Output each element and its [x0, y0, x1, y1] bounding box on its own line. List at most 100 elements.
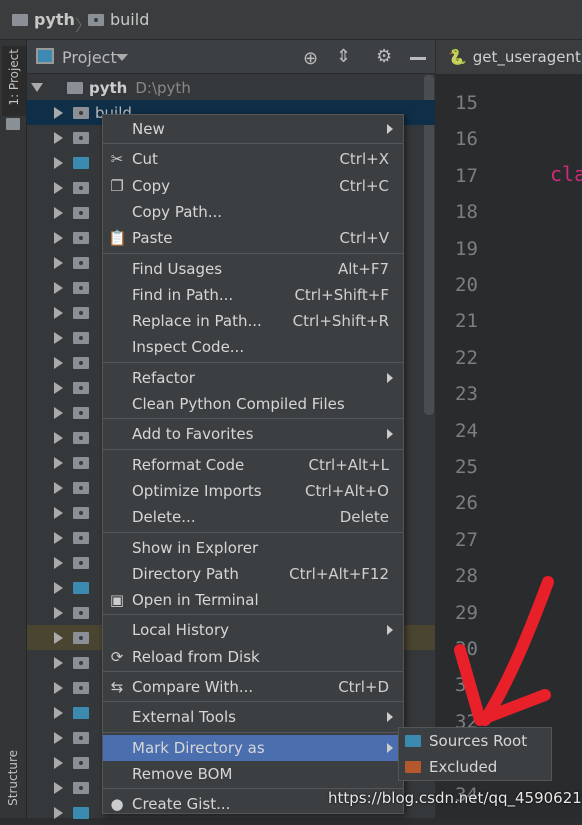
watermark: https://blog.csdn.net/qq_45906219 [328, 789, 582, 807]
expand-icon [31, 83, 43, 92]
expand-icon [54, 381, 63, 394]
expand-icon [54, 806, 63, 819]
line-number: 21 [455, 310, 478, 333]
submenu-arrow-icon [387, 429, 393, 440]
menu-separator [103, 531, 403, 533]
menu-item-refactor[interactable]: Refactor [103, 365, 403, 391]
expand-icon [54, 356, 63, 369]
terminal-icon: ▣ [109, 591, 125, 610]
expand-icon [54, 156, 63, 169]
breadcrumb-build[interactable]: build [88, 10, 149, 29]
menu-item-cut[interactable]: ✂ Cut Ctrl+X [103, 146, 403, 172]
menu-item-shortcut: Ctrl+Alt+O [305, 481, 389, 500]
submenu-label: Excluded [429, 758, 498, 776]
menu-item-mark-directory-as[interactable]: Mark Directory as [103, 734, 403, 761]
expand-icon [54, 531, 63, 544]
folder-icon [73, 231, 89, 244]
menu-item-label: Clean Python Compiled Files [132, 395, 345, 413]
submenu-item-excluded[interactable]: Excluded [399, 754, 551, 780]
menu-item-add-to-favorites[interactable]: Add to Favorites [103, 421, 403, 447]
hide-panel-icon[interactable] [410, 57, 426, 60]
menu-item-label: Show in Explorer [132, 538, 259, 557]
menu-item-delete[interactable]: Delete... Delete [103, 504, 403, 530]
submenu-arrow-icon [387, 712, 393, 723]
menu-item-new[interactable]: New [103, 116, 403, 142]
menu-item-show-in-explorer[interactable]: Show in Explorer [103, 535, 403, 561]
expand-icon [54, 331, 63, 344]
menu-item-find-in-path[interactable]: Find in Path... Ctrl+Shift+F [103, 282, 403, 308]
menu-item-label: Add to Favorites [132, 425, 254, 444]
menu-item-external-tools[interactable]: External Tools [103, 704, 403, 730]
menu-item-label: Inspect Code... [132, 338, 245, 357]
folder-icon [73, 681, 89, 694]
menu-item-open-in-terminal[interactable]: ▣ Open in Terminal [103, 587, 403, 613]
menu-item-reload-from-disk[interactable]: ⟳ Reload from Disk [103, 644, 403, 670]
menu-item-remove-bom[interactable]: Remove BOM [103, 761, 403, 787]
folder-icon [12, 13, 28, 26]
folder-icon [73, 806, 89, 819]
root-name: pyth [89, 78, 128, 97]
folder-icon [73, 431, 89, 444]
line-number: 18 [455, 201, 478, 224]
locate-icon[interactable]: ⊕ [303, 48, 318, 69]
folder-icon [73, 206, 89, 219]
project-view-selector[interactable]: Project [62, 48, 117, 67]
menu-item-shortcut: Delete [339, 508, 389, 527]
folder-icon [73, 256, 89, 269]
expand-icon [54, 456, 63, 469]
menu-item-label: Reload from Disk [132, 647, 260, 666]
submenu-arrow-icon [387, 625, 393, 636]
menu-item-optimize-imports[interactable]: Optimize Imports Ctrl+Alt+O [103, 478, 403, 504]
breadcrumb-label: pyth [34, 10, 75, 29]
chevron-down-icon[interactable] [116, 54, 128, 61]
breadcrumb-root[interactable]: pyth [12, 10, 75, 29]
expand-icon [54, 781, 63, 794]
submenu-arrow-icon [387, 372, 393, 383]
folder-icon [73, 281, 89, 294]
expand-icon [54, 756, 63, 769]
folder-icon [73, 306, 89, 319]
menu-item-directory-path[interactable]: Directory Path Ctrl+Alt+F12 [103, 561, 403, 587]
expand-icon [54, 181, 63, 194]
line-number: 26 [455, 492, 478, 515]
folder-icon [73, 706, 89, 719]
gear-icon[interactable]: ⚙ [376, 46, 392, 67]
menu-item-label: Cut [132, 150, 158, 169]
menu-item-label: Copy [132, 176, 171, 195]
expand-icon [54, 206, 63, 219]
menu-item-label: New [132, 120, 165, 138]
folder-icon [73, 181, 89, 194]
menu-item-find-usages[interactable]: Find Usages Alt+F7 [103, 256, 403, 282]
expand-icon [54, 706, 63, 719]
folder-icon [73, 781, 89, 794]
menu-item-copy-path[interactable]: Copy Path... [103, 199, 403, 225]
expand-icon [54, 556, 63, 569]
editor-tab[interactable]: 🐍 get_useragent. [436, 40, 582, 74]
excluded-folder-icon [405, 761, 421, 773]
menu-item-paste[interactable]: 📋 Paste Ctrl+V [103, 225, 403, 251]
menu-item-local-history[interactable]: Local History [103, 617, 403, 643]
folder-icon [73, 606, 89, 619]
context-menu: New ✂ Cut Ctrl+X ❐ Copy Ctrl+C Copy Path... 📋 Pas… [102, 114, 404, 814]
menu-item-label: Directory Path [132, 564, 239, 583]
compare-icon: ⇆ [110, 678, 124, 696]
structure-tool-tab[interactable]: Structure [6, 750, 20, 806]
copy-icon: ❐ [110, 176, 124, 195]
menu-item-replace-in-path[interactable]: Replace in Path... Ctrl+Shift+R [103, 308, 403, 334]
menu-item-clean-python-compiled-files[interactable]: Clean Python Compiled Files [103, 391, 403, 417]
collapse-all-icon[interactable]: ⇕ [336, 46, 351, 67]
menu-item-inspect-code[interactable]: Inspect Code... [103, 334, 403, 360]
folder-icon [73, 581, 89, 594]
menu-item-label: Remove BOM [132, 764, 233, 783]
menu-item-label: Find in Path... [132, 285, 234, 304]
scissors-icon: ✂ [110, 150, 124, 169]
menu-item-copy[interactable]: ❐ Copy Ctrl+C [103, 173, 403, 199]
menu-item-compare-with[interactable]: ⇆ Compare With... Ctrl+D [103, 674, 403, 700]
menu-item-shortcut: Ctrl+Alt+F12 [289, 564, 389, 583]
breadcrumb-label: build [110, 10, 150, 29]
tree-root[interactable]: pyth D:\pyth [27, 75, 435, 100]
menu-item-reformat-code[interactable]: Reformat Code Ctrl+Alt+L [103, 452, 403, 478]
sources-root-folder-icon [405, 735, 421, 747]
folder-icon [73, 331, 89, 344]
project-tool-tab[interactable]: 1: Project [2, 46, 26, 116]
